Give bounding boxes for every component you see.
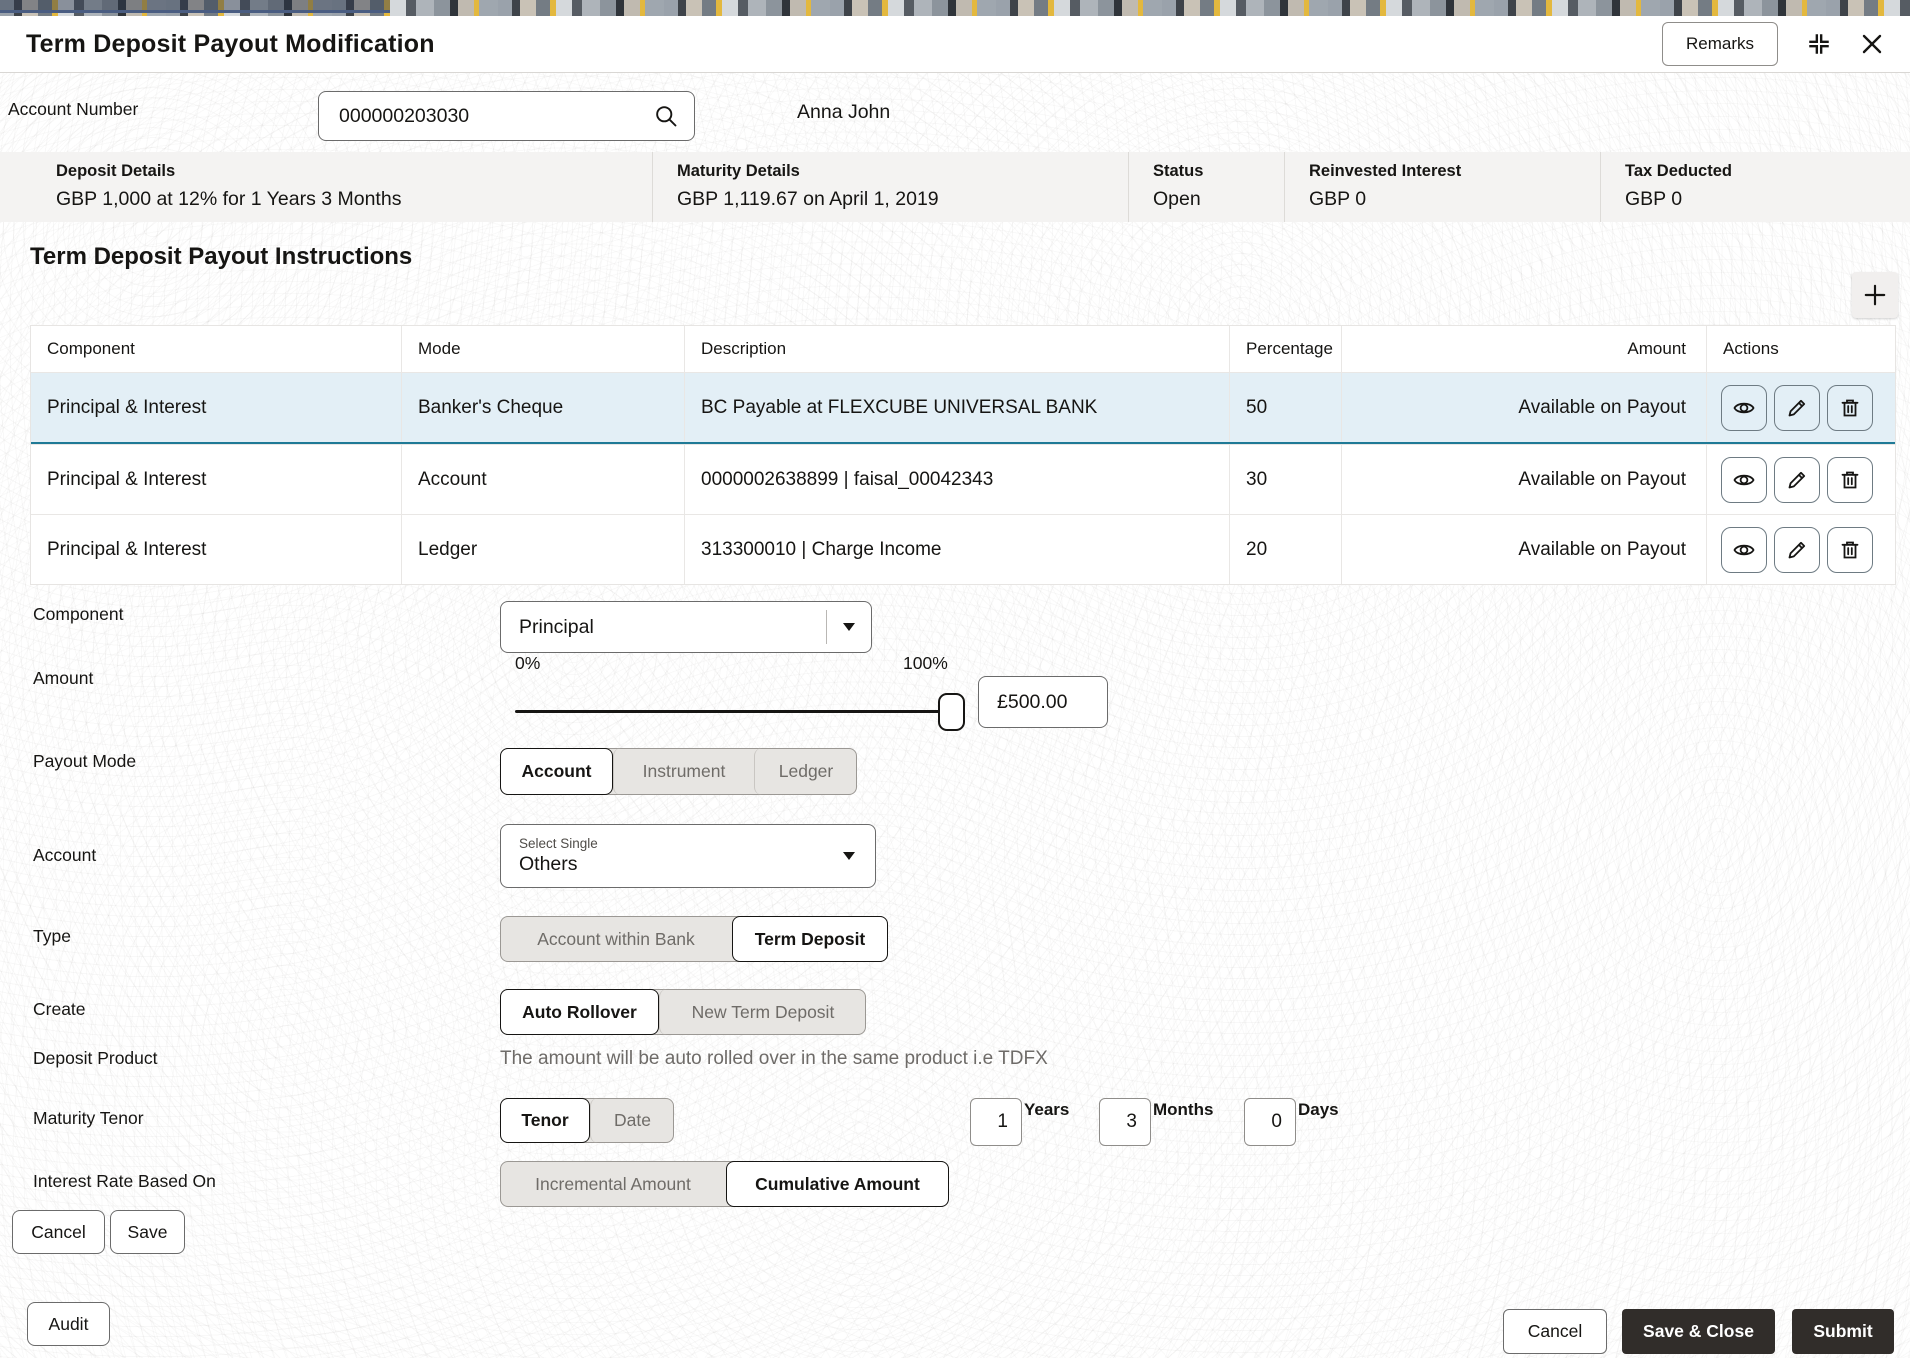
payout-mode-toggle: Account Instrument Ledger xyxy=(500,748,857,795)
account-dropdown-float-label: Select Single xyxy=(519,836,598,851)
form-save-button[interactable]: Save xyxy=(110,1210,185,1254)
deposit-summary-bar: Deposit Details GBP 1,000 at 12% for 1 Y… xyxy=(0,152,1910,222)
summary-deposit-details: Deposit Details GBP 1,000 at 12% for 1 Y… xyxy=(56,162,402,210)
amount-value-box[interactable]: £500.00 xyxy=(978,676,1108,728)
summary-reinvested-interest: Reinvested Interest GBP 0 xyxy=(1284,152,1600,222)
type-label: Type xyxy=(33,926,71,946)
component-dropdown-value: Principal xyxy=(519,615,594,638)
edit-icon[interactable] xyxy=(1774,456,1820,503)
create-toggle: Auto Rollover New Term Deposit xyxy=(500,989,866,1035)
component-label: Component xyxy=(33,604,124,624)
payout-instructions-table: Component Mode Description Percentage Am… xyxy=(30,325,1896,585)
section-title: Term Deposit Payout Instructions xyxy=(30,243,413,270)
create-label: Create xyxy=(33,999,86,1019)
payout-mode-label: Payout Mode xyxy=(33,751,137,771)
form-cancel-button[interactable]: Cancel xyxy=(12,1210,105,1254)
table-row[interactable]: Principal & Interest Ledger 313300010 | … xyxy=(31,514,1895,584)
tenor-option-tenor[interactable]: Tenor xyxy=(500,1098,590,1143)
col-description: Description xyxy=(684,326,1229,372)
account-number-label: Account Number xyxy=(8,99,139,119)
chevron-down-icon xyxy=(843,623,855,631)
view-icon[interactable] xyxy=(1721,384,1767,431)
remarks-button[interactable]: Remarks xyxy=(1661,22,1778,66)
col-component: Component xyxy=(47,339,135,358)
table-row[interactable]: Principal & Interest Banker's Cheque BC … xyxy=(31,372,1895,444)
tenor-days-group: Days xyxy=(1244,1098,1339,1146)
edit-icon[interactable] xyxy=(1774,384,1820,431)
view-icon[interactable] xyxy=(1721,456,1767,503)
maturity-tenor-toggle: Tenor Date xyxy=(500,1098,674,1143)
type-option-term-deposit[interactable]: Term Deposit xyxy=(732,916,888,962)
title-bar: Term Deposit Payout Modification Remarks xyxy=(0,16,1910,73)
deposit-product-label: Deposit Product xyxy=(33,1048,158,1068)
rate-option-incremental[interactable]: Incremental Amount xyxy=(500,1161,726,1207)
amount-label: Amount xyxy=(33,668,94,688)
component-dropdown[interactable]: Principal xyxy=(500,601,872,653)
tenor-years-group: Years xyxy=(970,1098,1069,1146)
titlebar-actions: Remarks xyxy=(1661,22,1884,66)
payout-mode-option-ledger[interactable]: Ledger xyxy=(754,748,857,795)
table-body: Principal & Interest Banker's Cheque BC … xyxy=(31,372,1895,584)
tenor-days-unit: Days xyxy=(1298,1100,1339,1119)
chevron-down-icon xyxy=(843,852,855,860)
create-option-auto-rollover[interactable]: Auto Rollover xyxy=(500,989,659,1035)
save-and-close-button[interactable]: Save & Close xyxy=(1622,1309,1775,1354)
col-mode: Mode xyxy=(401,326,684,372)
table-header-row: Component Mode Description Percentage Am… xyxy=(31,326,1895,372)
tenor-days-input[interactable] xyxy=(1244,1098,1296,1146)
payout-mode-option-instrument[interactable]: Instrument xyxy=(613,748,754,795)
delete-icon[interactable] xyxy=(1827,526,1873,573)
account-holder-name: Anna John xyxy=(797,101,891,123)
table-row[interactable]: Principal & Interest Account 00000026388… xyxy=(31,444,1895,514)
footer-cancel-button[interactable]: Cancel xyxy=(1503,1309,1607,1354)
browser-tab-strip xyxy=(0,0,390,13)
maturity-tenor-label: Maturity Tenor xyxy=(33,1108,144,1128)
account-select-label: Account xyxy=(33,845,97,865)
summary-tax-deducted: Tax Deducted GBP 0 xyxy=(1600,152,1910,222)
page-title: Term Deposit Payout Modification xyxy=(26,29,435,58)
view-icon[interactable] xyxy=(1721,526,1767,573)
edit-icon[interactable] xyxy=(1774,526,1820,573)
summary-status: Status Open xyxy=(1128,152,1284,222)
create-option-new-term-deposit[interactable]: New Term Deposit xyxy=(659,989,866,1035)
slider-max-label: 100% xyxy=(903,653,948,673)
add-instruction-button[interactable] xyxy=(1852,272,1898,318)
col-percentage: Percentage xyxy=(1229,326,1341,372)
submit-button[interactable]: Submit xyxy=(1792,1309,1894,1354)
collapse-icon[interactable] xyxy=(1806,31,1832,57)
interest-rate-toggle: Incremental Amount Cumulative Amount xyxy=(500,1161,949,1207)
type-option-account-within-bank[interactable]: Account within Bank xyxy=(500,916,732,962)
deposit-product-helper-text: The amount will be auto rolled over in t… xyxy=(500,1048,1048,1069)
amount-slider-handle[interactable] xyxy=(938,693,965,731)
payout-mode-option-account[interactable]: Account xyxy=(500,748,613,795)
amount-slider-track[interactable] xyxy=(515,710,955,713)
summary-maturity-details: Maturity Details GBP 1,119.67 on April 1… xyxy=(652,152,1128,222)
audit-button[interactable]: Audit xyxy=(27,1302,110,1346)
col-actions: Actions xyxy=(1706,326,1895,372)
close-icon[interactable] xyxy=(1860,32,1884,56)
delete-icon[interactable] xyxy=(1827,456,1873,503)
type-toggle: Account within Bank Term Deposit xyxy=(500,916,888,962)
col-amount: Amount xyxy=(1341,326,1706,372)
main-content: Account Number Anna John Deposit Details… xyxy=(0,73,1910,1358)
interest-rate-label: Interest Rate Based On xyxy=(33,1171,216,1191)
tenor-months-unit: Months xyxy=(1153,1100,1214,1119)
tenor-months-group: Months xyxy=(1099,1098,1213,1146)
tenor-months-input[interactable] xyxy=(1099,1098,1151,1146)
delete-icon[interactable] xyxy=(1827,384,1873,431)
account-number-input[interactable] xyxy=(337,103,653,129)
rate-option-cumulative[interactable]: Cumulative Amount xyxy=(726,1161,949,1207)
account-number-field xyxy=(318,91,695,141)
account-dropdown[interactable]: Select Single Others xyxy=(500,824,876,888)
search-icon[interactable] xyxy=(653,103,680,130)
top-photo-banner xyxy=(0,0,1910,16)
tenor-years-input[interactable] xyxy=(970,1098,1022,1146)
tenor-option-date[interactable]: Date xyxy=(590,1098,674,1143)
tenor-years-unit: Years xyxy=(1024,1100,1070,1119)
account-dropdown-value: Others xyxy=(519,853,578,875)
slider-min-label: 0% xyxy=(515,653,541,673)
